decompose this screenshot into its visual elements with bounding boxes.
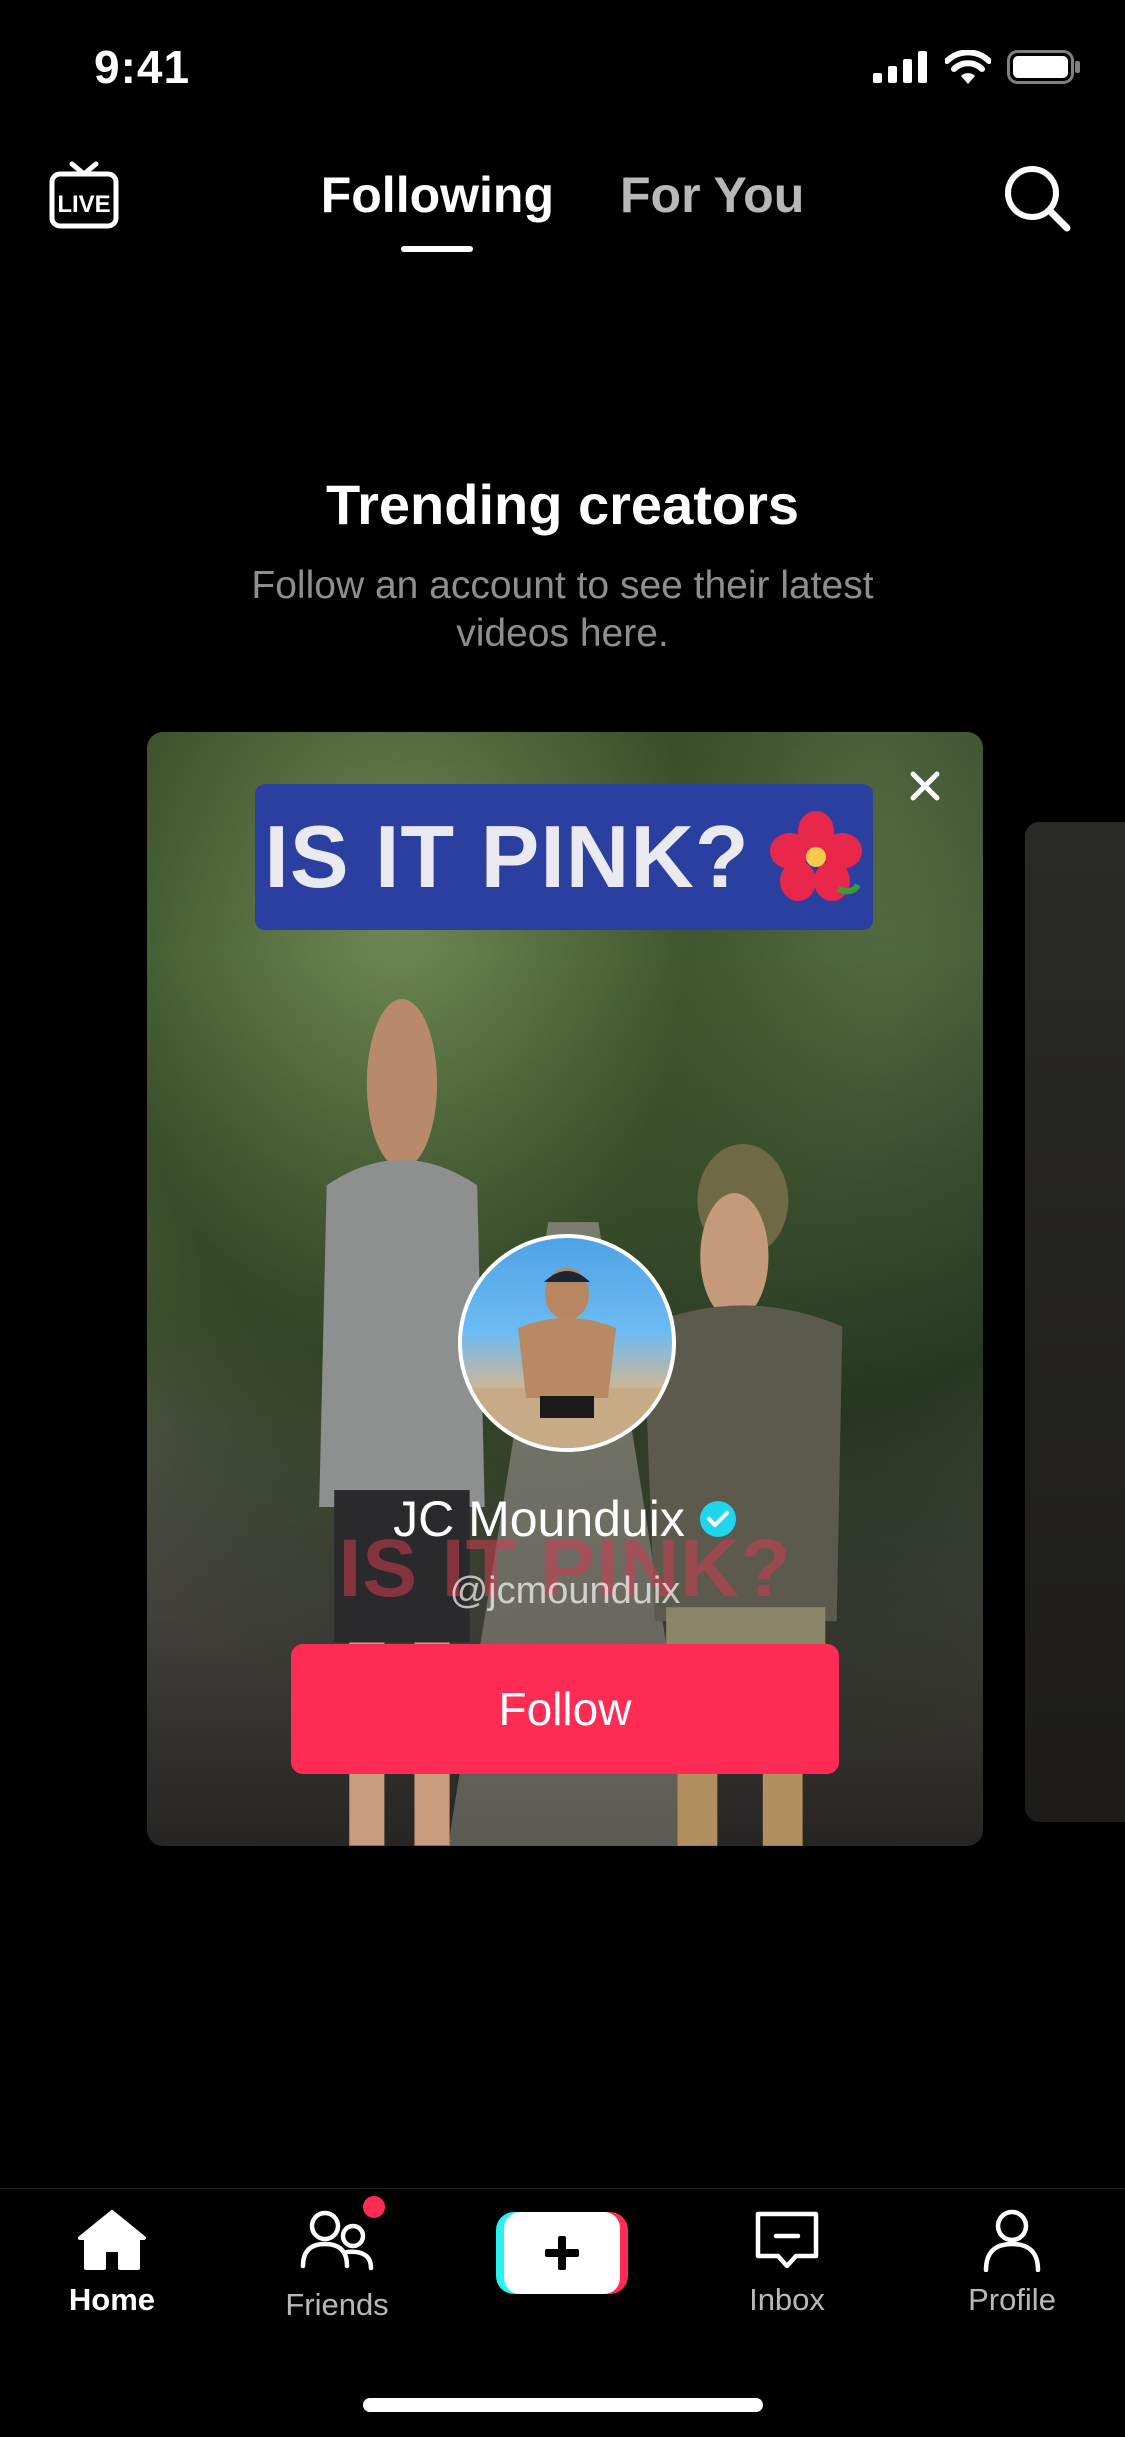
tab-for-you[interactable]: For You (620, 166, 804, 224)
creator-name: JC Mounduix (393, 1491, 685, 1547)
create-button[interactable] (496, 2210, 628, 2296)
creator-name-row: JC Mounduix (147, 1490, 983, 1548)
active-tab-indicator (401, 246, 474, 252)
verified-badge-icon (699, 1501, 736, 1537)
nav-inbox[interactable]: Inbox (712, 2208, 862, 2318)
creator-handle: @jcmounduix (449, 1570, 681, 1612)
profile-icon (983, 2209, 1041, 2272)
nav-home[interactable]: Home (37, 2208, 187, 2318)
creator-card[interactable]: IS IT PINK? IS IT PINK? JC Mounduix @jcm… (147, 732, 983, 1846)
friends-icon (300, 2210, 374, 2271)
video-banner: IS IT PINK? (255, 784, 873, 930)
inbox-icon (755, 2211, 819, 2269)
follow-button-label: Follow (498, 1683, 632, 1735)
nav-home-label: Home (68, 2282, 156, 2317)
nav-friends[interactable]: Friends (262, 2196, 412, 2323)
video-banner-text: IS IT PINK? (264, 807, 750, 906)
hibiscus-icon (769, 811, 862, 901)
nav-inbox-label: Inbox (749, 2282, 825, 2317)
home-icon (78, 2210, 146, 2270)
battery-icon (1007, 50, 1080, 84)
status-icons (873, 50, 1081, 84)
status-time: 9:41 (94, 41, 191, 93)
nav-profile[interactable]: Profile (937, 2208, 1087, 2318)
avatar[interactable] (458, 1234, 676, 1452)
tab-following[interactable]: Following (320, 166, 554, 252)
search-icon[interactable] (1001, 162, 1073, 234)
home-indicator[interactable] (363, 2398, 763, 2412)
follow-button[interactable]: Follow (291, 1644, 839, 1774)
friends-notification-dot (363, 2196, 385, 2218)
nav-friends-label: Friends (285, 2287, 389, 2322)
cellular-signal-icon (873, 51, 927, 83)
nav-profile-label: Profile (968, 2282, 1056, 2317)
next-creator-card[interactable] (1025, 822, 1125, 1822)
feed-tabs: Following For You (0, 166, 1125, 252)
tab-following-label: Following (320, 167, 554, 223)
tab-for-you-label: For You (620, 167, 805, 223)
section-subtitle: Follow an account to see their latest vi… (251, 564, 874, 655)
wifi-icon (945, 50, 991, 84)
dismiss-card-close-icon[interactable] (905, 766, 945, 806)
section-title: Trending creators (325, 473, 800, 536)
